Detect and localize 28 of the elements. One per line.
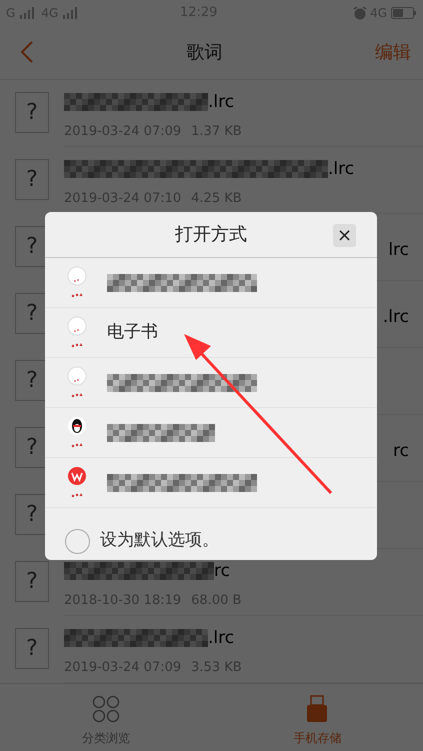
app-icon — [67, 316, 87, 349]
grid-icon — [92, 695, 120, 723]
battery-icon — [391, 6, 417, 18]
signal-icon — [62, 6, 78, 18]
usb-drive-icon — [306, 695, 328, 723]
office-app-icon — [67, 466, 87, 499]
close-button[interactable]: × — [333, 224, 356, 247]
file-name[interactable]: .lrc — [382, 305, 409, 329]
radio-button[interactable] — [65, 528, 90, 554]
file-name[interactable]: rc — [214, 559, 230, 583]
file-icon: ? — [15, 92, 49, 133]
edit-button[interactable]: 编辑 — [375, 38, 411, 66]
penguin-icon — [67, 416, 87, 449]
file-icon: ? — [15, 561, 49, 602]
app-icon — [67, 366, 87, 399]
file-name[interactable]: .lrc — [208, 90, 234, 114]
nav-tab[interactable]: 手机存储 — [212, 684, 423, 751]
file-name[interactable]: .lrc — [208, 626, 234, 650]
screen-title: 歌词 — [186, 40, 222, 64]
app-icon — [67, 266, 87, 299]
signal-icon — [19, 6, 36, 18]
alarm-icon — [353, 6, 368, 20]
file-name[interactable]: rc — [393, 439, 409, 463]
file-icon: ? — [15, 628, 49, 669]
file-name[interactable]: .lrc — [328, 157, 354, 181]
file-icon: ? — [15, 159, 49, 200]
dialog-title: 打开方式 — [175, 223, 247, 247]
file-name[interactable]: lrc — [388, 238, 409, 262]
